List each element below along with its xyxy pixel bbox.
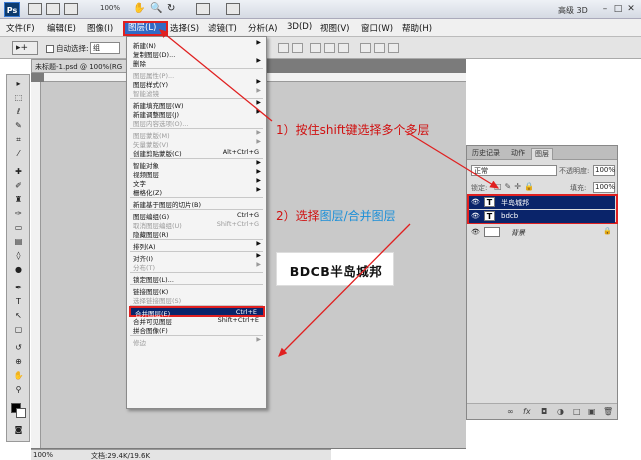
annotation-arrows [158, 29, 500, 357]
arrow-to-layers-panel [404, 130, 500, 189]
arrow-to-layer-menu [158, 29, 273, 122]
arrow-to-merge-layers [278, 223, 411, 357]
